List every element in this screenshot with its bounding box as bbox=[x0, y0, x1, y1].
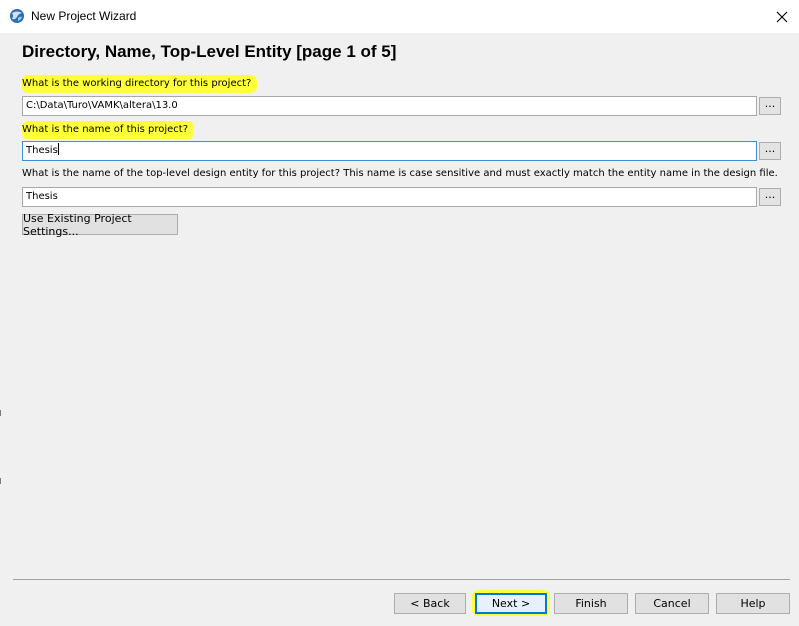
finish-button[interactable]: Finish bbox=[554, 593, 628, 614]
new-project-wizard-window: New Project Wizard Directory, Name, Top-… bbox=[0, 0, 799, 626]
close-button[interactable] bbox=[765, 0, 799, 33]
project-name-field[interactable]: Thesis bbox=[22, 141, 757, 161]
cancel-button[interactable]: Cancel bbox=[635, 593, 709, 614]
back-button[interactable]: < Back bbox=[394, 593, 466, 614]
title-bar: New Project Wizard bbox=[0, 0, 799, 33]
working-directory-label-text: What is the working directory for this p… bbox=[22, 75, 258, 93]
top-level-entity-field[interactable]: Thesis bbox=[22, 187, 757, 207]
next-button[interactable]: Next > bbox=[475, 593, 547, 614]
top-level-entity-label: What is the name of the top-level design… bbox=[22, 168, 778, 179]
project-name-label: What is the name of this project? bbox=[22, 121, 196, 139]
quartus-globe-icon bbox=[10, 9, 24, 23]
page-title: Directory, Name, Top-Level Entity [page … bbox=[22, 42, 397, 61]
top-level-entity-browse-button[interactable]: ... bbox=[759, 188, 781, 206]
footer-separator bbox=[13, 579, 790, 580]
close-icon bbox=[776, 11, 788, 22]
project-name-value: Thesis bbox=[26, 145, 58, 156]
working-directory-label: What is the working directory for this p… bbox=[22, 75, 259, 93]
edge-mark bbox=[0, 410, 1, 416]
working-directory-browse-button[interactable]: ... bbox=[759, 97, 781, 115]
window-title: New Project Wizard bbox=[31, 9, 137, 23]
use-existing-project-settings-button[interactable]: Use Existing Project Settings... bbox=[22, 212, 178, 238]
project-name-browse-button[interactable]: ... bbox=[759, 142, 781, 160]
edge-mark bbox=[0, 478, 1, 484]
project-name-label-text: What is the name of this project? bbox=[22, 121, 195, 139]
text-caret bbox=[57, 143, 59, 155]
working-directory-field[interactable]: C:\Data\Turo\VAMK\altera\13.0 bbox=[22, 96, 757, 116]
help-button[interactable]: Help bbox=[716, 593, 790, 614]
